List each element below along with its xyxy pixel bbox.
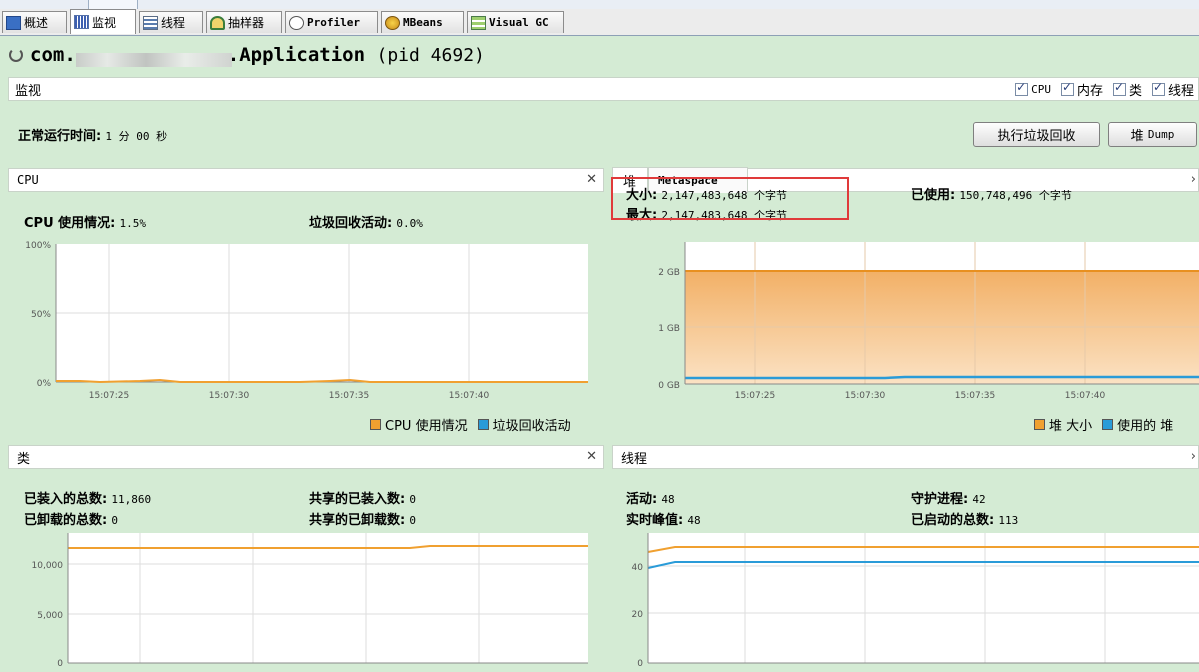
classes-panel-header: 类 ✕ [8,445,604,469]
visual-gc-icon [471,15,486,30]
y-tick: 10,000 [32,561,64,571]
checkbox-cpu[interactable]: CPU [1015,80,1051,96]
chevron-right-icon[interactable]: › [1191,172,1196,187]
clock-icon [289,15,304,30]
legend-swatch-orange [1034,419,1045,430]
x-tick: 15:07:35 [955,391,995,401]
x-tick: 15:07:30 [845,391,886,401]
tab-profiler[interactable]: Profiler [285,11,378,33]
y-tick: 2 GB [658,268,680,278]
y-tick: 5,000 [37,611,63,621]
tab-threads[interactable]: 线程 [139,11,203,33]
threads-chart: 40 20 0 [632,533,1199,669]
heap-used: 已使用: 150,748,496 个字节 [911,188,1072,203]
y-tick: 0% [37,379,52,389]
monitor-icon [74,15,89,29]
x-tick: 15:07:30 [209,391,250,401]
checkbox-classes[interactable]: 类 [1112,80,1142,99]
shared-unloaded: 共享的已卸载数: 0 [309,513,416,528]
tab-monitor[interactable]: 监视 [70,9,136,34]
tab-visual-gc[interactable]: Visual GC [467,11,564,33]
threads-panel-header: 线程 › [612,445,1199,469]
checkbox-threads[interactable]: 线程 [1151,80,1194,99]
y-tick: 50% [31,310,51,320]
plot-area [648,533,1199,663]
mbeans-icon [385,15,400,30]
y-tick: 0 [637,659,643,669]
heap-dump-button[interactable]: 堆 Dump [1108,122,1197,147]
legend-swatch-blue [477,419,489,430]
heap-used-line [685,375,1199,380]
heap-chart: 2 GB 1 GB 0 GB 15:07:25 15:07:30 15:07:3… [658,242,1199,401]
checkbox-checked-icon [1112,80,1126,96]
tab-mbeans[interactable]: MBeans [381,11,464,33]
highlight-annotation [611,177,849,220]
classes-chart: 10,000 5,000 0 [32,533,588,669]
threads-daemon: 守护进程: 42 [911,492,986,507]
plot-area [68,533,588,663]
blurred-package-name [76,53,232,67]
y-tick: 20 [632,610,644,620]
x-tick: 15:07:40 [449,391,490,401]
legend-swatch-blue [1102,419,1114,430]
threads-peak: 实时峰值: 48 [626,513,701,528]
checkbox-checked-icon [1151,80,1165,96]
y-tick: 40 [632,563,644,573]
cpu-panel-header: CPU ✕ [8,168,604,192]
tab-bar: 概述 监视 线程 抽样器 Profiler MBeans Visual GC [0,9,1199,36]
chart-toggles: CPU 内存 类 线程 [1015,78,1194,100]
x-tick: 15:07:40 [1065,391,1106,401]
threads-live: 活动: 48 [626,492,675,507]
legend-swatch-orange [370,419,381,430]
refresh-icon [9,48,23,62]
monitor-header: 监视 CPU 内存 类 线程 [8,77,1199,101]
shared-loaded: 共享的已装入数: 0 [309,492,416,507]
y-tick: 100% [25,241,51,251]
cpu-usage: CPU 使用情况: 1.5% [24,216,146,231]
threads-started: 已启动的总数: 113 [911,513,1019,528]
x-tick: 15:07:25 [89,391,129,401]
uptime: 正常运行时间: 1 分 00 秒 [18,129,168,144]
cpu-legend: CPU 使用情况 垃圾回收活动 [370,415,571,434]
tab-sampler[interactable]: 抽样器 [206,11,282,33]
y-tick: 0 [57,659,63,669]
perform-gc-button[interactable]: 执行垃圾回收 [973,122,1100,147]
sampler-icon [210,15,225,30]
classes-unloaded: 已卸载的总数: 0 [24,513,118,528]
checkbox-checked-icon [1060,80,1074,96]
close-icon[interactable]: ✕ [586,172,597,187]
classes-loaded: 已装入的总数: 11,860 [24,492,152,507]
outer-tab[interactable] [88,0,138,9]
y-tick: 0 GB [658,381,680,391]
x-tick: 15:07:35 [329,391,369,401]
cpu-chart: 100% 50% 0% 15:07:25 15:07:30 15:07:35 1… [25,241,588,401]
threads-icon [143,15,158,30]
gc-activity: 垃圾回收活动: 0.0% [309,216,423,231]
heap-legend: 堆 大小 使用的 堆 [1034,415,1173,434]
checkbox-memory[interactable]: 内存 [1060,80,1103,99]
close-icon[interactable]: ✕ [586,449,597,464]
tab-overview[interactable]: 概述 [2,11,67,33]
y-tick: 1 GB [658,324,680,334]
x-tick: 15:07:25 [735,391,775,401]
checkbox-checked-icon [1015,80,1029,96]
chevron-right-icon[interactable]: › [1191,449,1196,464]
overview-icon [6,15,21,30]
